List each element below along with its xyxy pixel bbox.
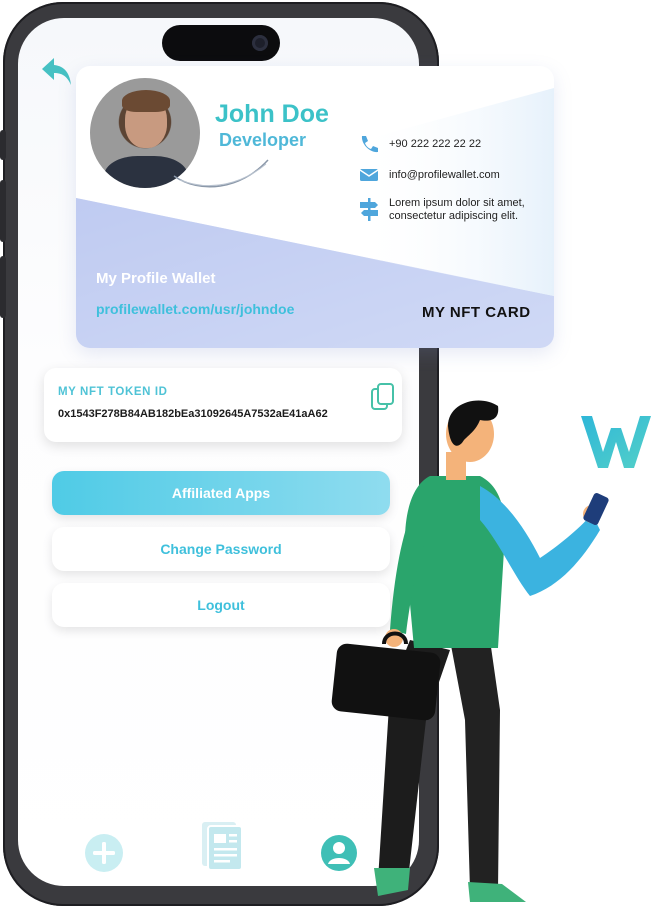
contact-email: info@profilewallet.com xyxy=(389,169,500,181)
contact-address: Lorem ipsum dolor sit amet, consectetur … xyxy=(389,197,525,222)
phone-side-button xyxy=(0,180,6,242)
phone-side-button xyxy=(0,130,6,160)
phone-icon xyxy=(361,136,378,153)
camera-icon xyxy=(252,35,268,51)
back-arrow-icon[interactable] xyxy=(38,54,78,90)
wallet-url-link[interactable]: profilewallet.com/usr/johndoe xyxy=(96,301,294,317)
profile-role: Developer xyxy=(219,130,307,150)
profile-name: John Doe xyxy=(215,100,329,128)
document-icon[interactable] xyxy=(200,820,246,872)
avatar-swoosh-decoration xyxy=(173,159,269,188)
wallet-label: My Profile Wallet xyxy=(96,270,216,287)
contact-phone: +90 222 222 22 22 xyxy=(389,138,482,150)
nft-card-label: MY NFT CARD xyxy=(422,304,531,321)
signpost-icon xyxy=(360,198,378,221)
token-title: MY NFT TOKEN ID xyxy=(58,386,168,398)
phone-side-button xyxy=(0,256,6,318)
token-id-value: 0x1543F278B84AB182bEa31092645A7532aE41aA… xyxy=(58,408,328,420)
person-illustration xyxy=(331,400,609,902)
envelope-icon xyxy=(359,169,379,181)
plus-circle-icon[interactable] xyxy=(84,833,124,873)
